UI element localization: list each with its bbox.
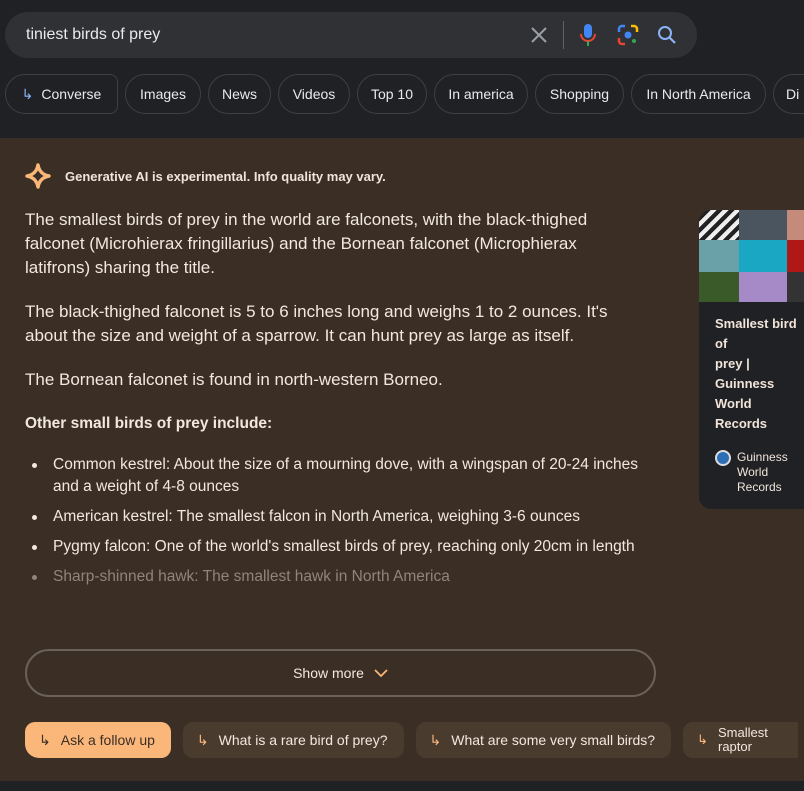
chip-shopping[interactable]: Shopping: [535, 74, 624, 114]
list-item: Pygmy falcon: One of the world's smalles…: [25, 536, 645, 558]
ai-answer: The smallest birds of prey in the world …: [25, 208, 645, 596]
chip-label: Converse: [41, 86, 102, 102]
guinness-logo-icon: [715, 450, 731, 466]
chip-in-north-america[interactable]: In North America: [631, 74, 766, 114]
followup-label: What is a rare bird of prey?: [218, 732, 388, 748]
paragraph: The Bornean falconet is found in north-w…: [25, 370, 443, 389]
chip-in-america[interactable]: In america: [434, 74, 528, 114]
chip-news[interactable]: News: [208, 74, 271, 114]
followup-label: Ask a follow up: [60, 732, 155, 748]
reply-arrow-icon: ↳: [196, 731, 209, 748]
chevron-down-icon: [374, 669, 388, 678]
search-bar[interactable]: tiniest birds of prey: [5, 12, 697, 58]
filter-chips: ↳ Converse Images News Videos Top 10 In a…: [5, 74, 804, 114]
subheading: Other small birds of prey include:: [25, 415, 273, 432]
clear-icon[interactable]: [527, 23, 551, 47]
chip-converse[interactable]: ↳ Converse: [5, 74, 118, 114]
converse-arrow-icon: ↳: [21, 85, 34, 102]
disclaimer-text: Generative AI is experimental. Info qual…: [65, 168, 386, 184]
lens-icon[interactable]: [616, 23, 640, 47]
paragraph: The black-thighed falconet is 5 to 6 inc…: [25, 302, 608, 345]
search-input[interactable]: tiniest birds of prey: [26, 26, 160, 44]
list-item: American kestrel: The smallest falcon in…: [25, 506, 645, 528]
chip-more[interactable]: Di: [773, 74, 804, 114]
paragraph: The smallest birds of prey in the world …: [25, 210, 588, 277]
list-item: Sharp-shinned hawk: The smallest hawk in…: [25, 566, 645, 588]
source-card[interactable]: Smallest bird of prey | Guinness World Rec…: [699, 210, 804, 509]
source-name: Guinness World Records: [737, 450, 788, 494]
page-footer-strip: [0, 781, 804, 791]
followup-chip[interactable]: ↳ Smallest raptor: [683, 722, 799, 758]
reply-arrow-icon: ↳: [429, 731, 442, 748]
list-item: Common kestrel: About the size of a mour…: [25, 454, 645, 498]
ai-disclaimer: Generative AI is experimental. Info qual…: [25, 163, 386, 189]
divider: [563, 21, 564, 49]
ai-overview: Generative AI is experimental. Info qual…: [0, 138, 804, 781]
bird-list: Common kestrel: About the size of a mour…: [25, 454, 645, 588]
show-more-button[interactable]: Show more: [25, 649, 656, 697]
reply-arrow-icon: ↳: [39, 731, 51, 748]
source-site: Guinness World Records: [715, 450, 800, 495]
followup-label: What are some very small birds?: [451, 732, 656, 748]
chip-top-10[interactable]: Top 10: [357, 74, 427, 114]
search-icon[interactable]: [655, 23, 679, 47]
source-thumbnail-collage: [699, 210, 804, 302]
source-card-title[interactable]: Smallest bird of prey | Guinness World Rec…: [715, 314, 798, 434]
followup-chip[interactable]: ↳ What are some very small birds?: [415, 722, 672, 758]
reply-arrow-icon: ↳: [697, 732, 708, 747]
sparkle-icon: [25, 163, 51, 189]
microphone-icon[interactable]: [576, 23, 600, 47]
followup-label: Smallest raptor: [717, 725, 768, 754]
ask-follow-up-button[interactable]: ↳ Ask a follow up: [25, 722, 171, 758]
chip-images[interactable]: Images: [125, 74, 201, 114]
show-more-label: Show more: [293, 665, 364, 681]
followup-chip[interactable]: ↳ What is a rare bird of prey?: [182, 722, 404, 758]
chip-videos[interactable]: Videos: [278, 74, 350, 114]
followup-chips: ↳ Ask a follow up ↳ What is a rare bird of…: [25, 722, 804, 758]
